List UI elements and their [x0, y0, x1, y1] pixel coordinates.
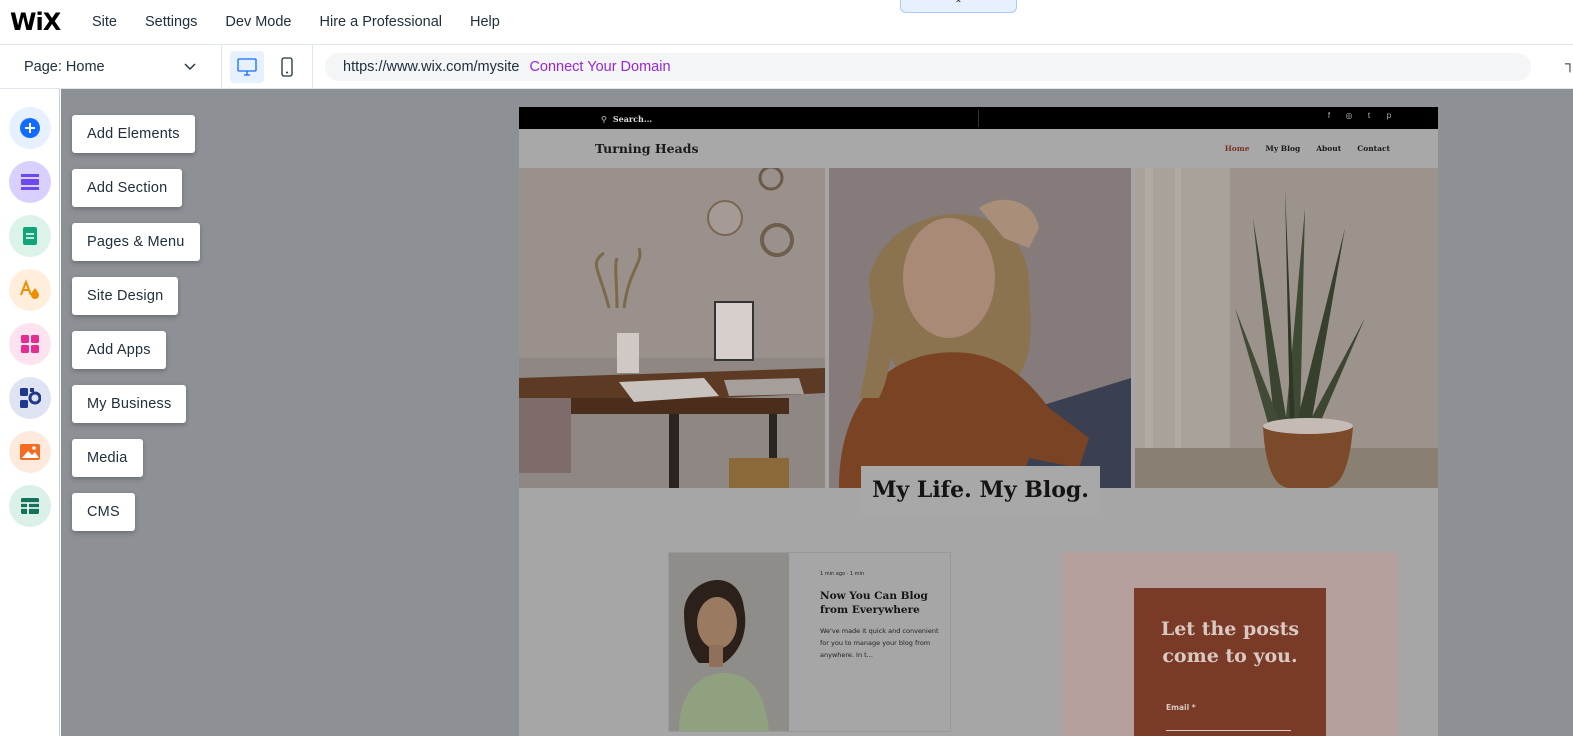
plant-image: [1135, 168, 1438, 488]
site-design-button[interactable]: [9, 269, 51, 311]
site-design-label[interactable]: Site Design: [72, 277, 179, 315]
subscribe-box: Let the posts come to you. Email *: [1134, 588, 1326, 736]
apps-icon: [21, 335, 39, 353]
cms-icon: [21, 498, 39, 514]
connect-domain-link[interactable]: Connect Your Domain: [529, 59, 670, 75]
section-icon: [21, 174, 39, 190]
add-apps-button[interactable]: [9, 323, 51, 365]
post-title[interactable]: Now You Can Blog from Everywhere: [820, 589, 940, 617]
chevron-up-icon: ⌃: [954, 0, 963, 10]
my-business-button[interactable]: [9, 377, 51, 419]
menu-help[interactable]: Help: [470, 14, 500, 30]
site-nav-about[interactable]: About: [1316, 144, 1341, 153]
site-search-bar[interactable]: ⚲ Search...: [597, 110, 979, 127]
page-toolbar: Page: Home https://www.wix.com/mysite Co…: [0, 45, 1573, 89]
add-elements-button[interactable]: [9, 107, 51, 149]
wix-logo[interactable]: WiX: [10, 8, 61, 36]
menu-site[interactable]: Site: [92, 14, 117, 30]
page-selector-label: Page: Home: [24, 59, 105, 75]
site-header: Turning Heads Home My Blog About Contact: [519, 129, 1438, 168]
desktop-view-button[interactable]: [230, 51, 264, 83]
desktop-icon: [237, 58, 257, 76]
hero-photo-plant[interactable]: [1135, 168, 1438, 488]
menu-hire-professional[interactable]: Hire a Professional: [320, 14, 443, 30]
main-menu: Site Settings Dev Mode Hire a Profession…: [92, 0, 528, 44]
twitter-icon[interactable]: t: [1365, 111, 1373, 120]
add-elements-label[interactable]: Add Elements: [72, 115, 195, 153]
site-nav-blog[interactable]: My Blog: [1266, 144, 1301, 153]
subscribe-section: Let the posts come to you. Email *: [1063, 552, 1398, 736]
desk-image: [519, 168, 825, 488]
pages-menu-button[interactable]: [9, 215, 51, 257]
instagram-icon[interactable]: ◎: [1345, 111, 1353, 120]
collapse-toolbar-button[interactable]: ⌃: [900, 0, 1017, 13]
plus-icon: [20, 118, 40, 138]
hero-photo-desk[interactable]: [519, 168, 825, 488]
business-icon: [20, 388, 41, 408]
site-nav: Home My Blog About Contact: [1209, 144, 1390, 153]
post-author-image: [669, 553, 789, 731]
site-preview[interactable]: ⚲ Search... f ◎ t p Turning Heads Home M…: [519, 107, 1438, 736]
device-switcher: [222, 45, 313, 89]
social-bar: f ◎ t p: [1325, 111, 1393, 120]
media-label[interactable]: Media: [72, 439, 143, 477]
add-apps-label[interactable]: Add Apps: [72, 331, 166, 369]
hero-photo-portrait[interactable]: [829, 168, 1131, 488]
cms-label[interactable]: CMS: [72, 493, 135, 531]
pinterest-icon[interactable]: p: [1385, 111, 1393, 120]
mobile-view-button[interactable]: [270, 51, 304, 83]
left-rail: [0, 89, 60, 736]
site-nav-contact[interactable]: Contact: [1357, 144, 1390, 153]
email-label: Email *: [1166, 703, 1196, 712]
mobile-icon: [281, 57, 293, 77]
edge-divider: ┐: [1565, 55, 1573, 71]
chevron-down-icon: [184, 63, 196, 70]
site-brand[interactable]: Turning Heads: [595, 141, 699, 156]
pages-menu-label[interactable]: Pages & Menu: [72, 223, 200, 261]
site-search-placeholder: Search...: [612, 113, 653, 124]
email-field[interactable]: [1166, 730, 1291, 731]
facebook-icon[interactable]: f: [1325, 111, 1333, 120]
post-excerpt: We've made it quick and convenient for y…: [820, 627, 939, 659]
hero-title[interactable]: My Life. My Blog.: [861, 466, 1100, 514]
my-business-label[interactable]: My Business: [72, 385, 187, 423]
post-thumbnail: [669, 553, 789, 731]
cms-button[interactable]: [9, 485, 51, 527]
blog-post-card[interactable]: 1 min ago · 1 min Now You Can Blog from …: [668, 552, 951, 732]
add-section-button[interactable]: [9, 161, 51, 203]
top-menu-bar: WiX Site Settings Dev Mode Hire a Profes…: [0, 0, 1573, 45]
editor-canvas[interactable]: ⚲ Search... f ◎ t p Turning Heads Home M…: [61, 89, 1573, 736]
site-url: https://www.wix.com/mysite: [343, 59, 520, 75]
post-meta: 1 min ago · 1 min: [820, 571, 865, 577]
subscribe-title: Let the posts come to you.: [1160, 618, 1300, 667]
design-icon: [20, 279, 39, 299]
media-button[interactable]: [9, 431, 51, 473]
media-icon: [20, 444, 40, 460]
site-url-bar: https://www.wix.com/mysite Connect Your …: [325, 53, 1531, 81]
site-top-strip: ⚲ Search... f ◎ t p: [519, 107, 1438, 129]
site-nav-home[interactable]: Home: [1225, 144, 1250, 153]
pages-icon: [23, 227, 37, 245]
menu-dev-mode[interactable]: Dev Mode: [225, 14, 291, 30]
add-section-label[interactable]: Add Section: [72, 169, 183, 207]
portrait-image: [829, 168, 1131, 488]
search-icon: ⚲: [601, 113, 607, 124]
menu-settings[interactable]: Settings: [145, 14, 197, 30]
page-selector[interactable]: Page: Home: [0, 45, 222, 89]
